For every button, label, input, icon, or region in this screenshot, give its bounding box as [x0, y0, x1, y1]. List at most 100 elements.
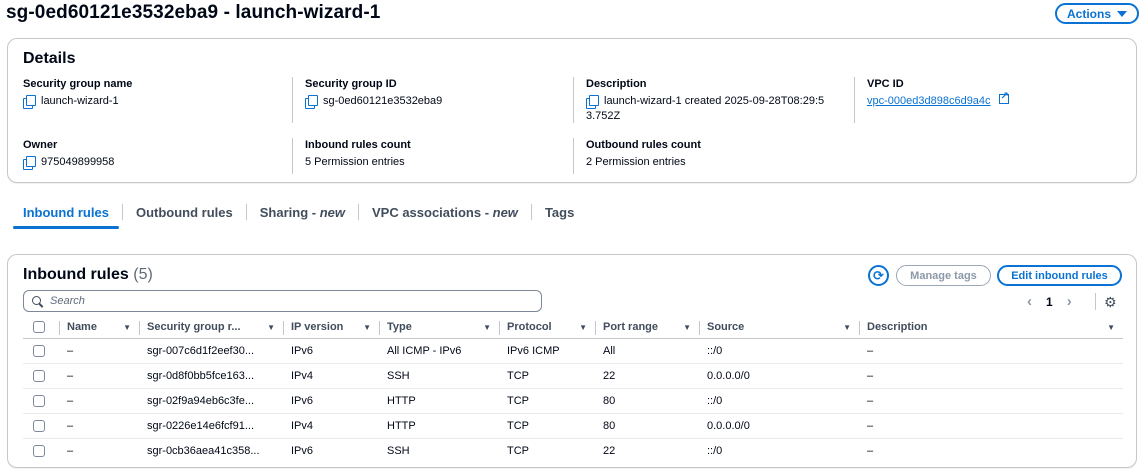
row-checkbox[interactable] [33, 444, 45, 457]
search-input[interactable] [50, 295, 530, 307]
cell-rule-id: sgr-0cb36aea41c358... [147, 444, 260, 457]
column-divider [292, 138, 293, 174]
cell-ip-version: IPv6 [291, 444, 314, 457]
table-row[interactable]: – sgr-0d8f0bb5fce163... IPv4 SSH TCP 22 … [23, 363, 1123, 389]
column-label: Port range [603, 321, 659, 334]
column-header-ip-version[interactable]: IP version ▼ [283, 317, 379, 339]
row-select [23, 388, 59, 414]
gear-icon[interactable]: ⚙ [1104, 295, 1117, 309]
cell-type: SSH [379, 363, 499, 389]
cell-port-range: 22 [603, 444, 616, 457]
column-header-description[interactable]: Description ▼ [859, 317, 1123, 339]
refresh-button[interactable]: ⟳ [868, 265, 889, 286]
column-label: Security group r... [147, 321, 241, 334]
cell-source: ::/0 [699, 388, 859, 414]
details-title: Details [23, 50, 76, 67]
cell-rule-id: sgr-0d8f0bb5fce163... [139, 363, 283, 389]
cell-rule-id: sgr-0226e14e6fcf91... [139, 413, 283, 439]
pagination: ‹ 1 › [1027, 293, 1072, 310]
security-group-id-value: sg-0ed60121e3532eba9 [323, 95, 443, 107]
sort-caret-icon: ▼ [363, 322, 371, 332]
cell-description: – [859, 363, 1123, 389]
copy-icon[interactable] [23, 95, 36, 109]
cell-protocol: TCP [499, 363, 595, 389]
column-header-security-group-rule[interactable]: Security group r... ▼ [139, 317, 283, 339]
vpc-id-link[interactable]: vpc-000ed3d898c6d9a4c [867, 94, 991, 109]
tab-label: Outbound rules [135, 204, 233, 220]
table-row[interactable]: – sgr-02f9a94eb6c3fe... IPv6 HTTP TCP 80… [23, 388, 1123, 414]
copy-icon[interactable] [23, 156, 36, 170]
cell-description: – [859, 388, 1123, 414]
description-field: Description launch-wizard-1 created 2025… [586, 78, 856, 124]
row-select [23, 413, 59, 439]
chevron-left-icon[interactable]: ‹ [1027, 293, 1032, 310]
sort-caret-icon: ▼ [579, 322, 587, 332]
outbound-rules-count-value: 2 Permission entries [586, 156, 686, 168]
field-label: Security group name [23, 78, 133, 90]
row-checkbox[interactable] [33, 344, 45, 357]
column-header-source[interactable]: Source ▼ [699, 317, 859, 339]
sort-caret-icon: ▼ [483, 322, 491, 332]
cell-ip-version: IPv6 [283, 388, 379, 414]
row-checkbox[interactable] [33, 394, 45, 407]
inbound-rules-title: Inbound rules (5) [23, 266, 153, 284]
copy-icon[interactable] [305, 95, 318, 109]
row-checkbox[interactable] [33, 419, 45, 432]
table-row[interactable]: – sgr-0226e14e6fcf91... IPv4 HTTP TCP 80… [23, 413, 1123, 439]
cell-ip-version: IPv4 [283, 363, 379, 389]
column-divider [573, 138, 574, 174]
cell-protocol: IPv6 ICMP [499, 338, 595, 364]
new-badge: new [319, 204, 345, 220]
column-header-type[interactable]: Type ▼ [379, 317, 499, 339]
external-link-icon[interactable] [998, 89, 1009, 104]
cell-source: ::/0 [707, 444, 723, 457]
details-panel: Details Security group name launch-wizar… [7, 38, 1137, 183]
search-field[interactable] [23, 290, 542, 312]
cell-ip-version: IPv6 [283, 338, 379, 364]
new-badge: new [492, 204, 518, 220]
column-divider [573, 77, 574, 123]
inbound-rules-count-field: Inbound rules count 5 Permission entries [305, 139, 411, 170]
table-row[interactable]: – sgr-007c6d1f2eef30... IPv6 All ICMP - … [23, 338, 1123, 364]
sort-caret-icon: ▼ [267, 322, 275, 332]
cell-description: – [859, 338, 1123, 364]
cell-description: – [867, 444, 874, 457]
table-header-row: Name ▼ Security group r... ▼ IP version ▼ T… [23, 317, 1123, 339]
tab-inbound-rules[interactable]: Inbound rules [10, 200, 122, 229]
table-row[interactable]: – sgr-0cb36aea41c358... IPv6 SSH TCP 22 … [23, 438, 1123, 463]
column-label: Description [867, 321, 928, 334]
tab-sharing[interactable]: Sharing - new [247, 200, 358, 224]
select-all-header [23, 317, 59, 339]
chevron-right-icon[interactable]: › [1067, 293, 1072, 310]
column-divider [854, 77, 855, 123]
field-label: Description [586, 78, 647, 90]
cell-type: HTTP [379, 413, 499, 439]
column-label: Source [707, 321, 745, 334]
cell-protocol: TCP [499, 388, 595, 414]
column-header-port-range[interactable]: Port range ▼ [595, 317, 699, 339]
edit-inbound-rules-button[interactable]: Edit inbound rules [997, 265, 1122, 286]
cell-source: 0.0.0.0/0 [699, 363, 859, 389]
column-header-protocol[interactable]: Protocol ▼ [499, 317, 595, 339]
tab-label: Sharing - [259, 204, 320, 220]
actions-button[interactable]: Actions [1055, 3, 1139, 24]
tab-outbound-rules[interactable]: Outbound rules [123, 200, 246, 224]
cell-name: – [59, 413, 139, 439]
page-number[interactable]: 1 [1046, 295, 1053, 309]
pager-divider [1095, 293, 1096, 310]
sort-caret-icon: ▼ [1107, 322, 1115, 332]
tab-vpc-associations[interactable]: VPC associations - new [359, 200, 531, 224]
row-checkbox[interactable] [33, 369, 45, 382]
copy-icon[interactable] [586, 95, 599, 109]
inbound-rules-count: (5) [133, 266, 153, 283]
field-label: VPC ID [867, 78, 904, 90]
field-label: Inbound rules count [305, 139, 411, 151]
manage-tags-button[interactable]: Manage tags [896, 265, 991, 286]
refresh-icon: ⟳ [873, 267, 884, 283]
cell-type: All ICMP - IPv6 [379, 338, 499, 364]
tab-tags[interactable]: Tags [532, 200, 587, 224]
select-all-checkbox[interactable] [33, 321, 45, 334]
column-label: Type [387, 321, 412, 334]
column-header-name[interactable]: Name ▼ [59, 317, 139, 339]
inbound-rules-table: Name ▼ Security group r... ▼ IP version ▼ T… [23, 317, 1123, 463]
